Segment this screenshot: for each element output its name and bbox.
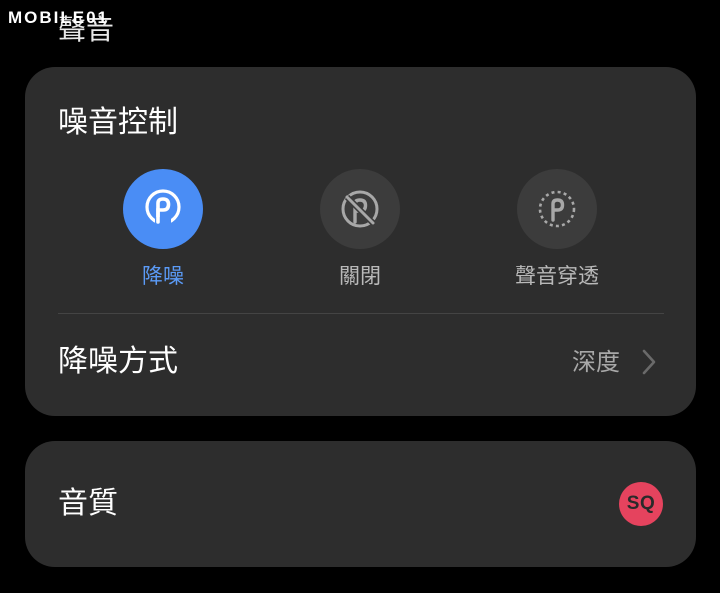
anc-off-icon [341, 190, 379, 228]
audio-quality-row[interactable]: 音質 SQ [25, 479, 696, 529]
watermark-text: MOBILE01 [8, 8, 110, 27]
noise-control-heading: 噪音控制 [58, 105, 178, 140]
noise-cancelling-method-row[interactable]: 降噪方式 深度 [25, 337, 696, 387]
ambient-sound-icon [538, 190, 576, 228]
noise-control-card: 噪音控制 降噪 關閉 聲音穿透 降噪方式 深度 [25, 67, 696, 416]
mode-ambient-sound-label: 聲音穿透 [515, 264, 599, 288]
audio-quality-card[interactable]: 音質 SQ [25, 441, 696, 567]
sq-badge-icon: SQ [619, 482, 663, 526]
mode-noise-cancelling-label: 降噪 [142, 264, 184, 288]
noise-cancelling-method-label: 降噪方式 [58, 344, 178, 379]
chevron-right-icon [642, 349, 656, 375]
watermark-logo: MOBILE01 [8, 4, 109, 32]
mode-off[interactable]: 關閉 [280, 169, 440, 291]
noise-cancelling-method-value: 深度 [572, 348, 620, 376]
noise-cancelling-icon [145, 189, 181, 225]
divider [58, 313, 664, 314]
mode-off-label: 關閉 [339, 264, 381, 288]
mode-noise-cancelling-button[interactable] [123, 169, 203, 249]
mode-ambient-sound[interactable]: 聲音穿透 [477, 169, 637, 291]
mode-noise-cancelling[interactable]: 降噪 [83, 169, 243, 291]
audio-quality-label: 音質 [58, 486, 118, 521]
mode-ambient-sound-button[interactable] [517, 169, 597, 249]
mode-off-button[interactable] [320, 169, 400, 249]
